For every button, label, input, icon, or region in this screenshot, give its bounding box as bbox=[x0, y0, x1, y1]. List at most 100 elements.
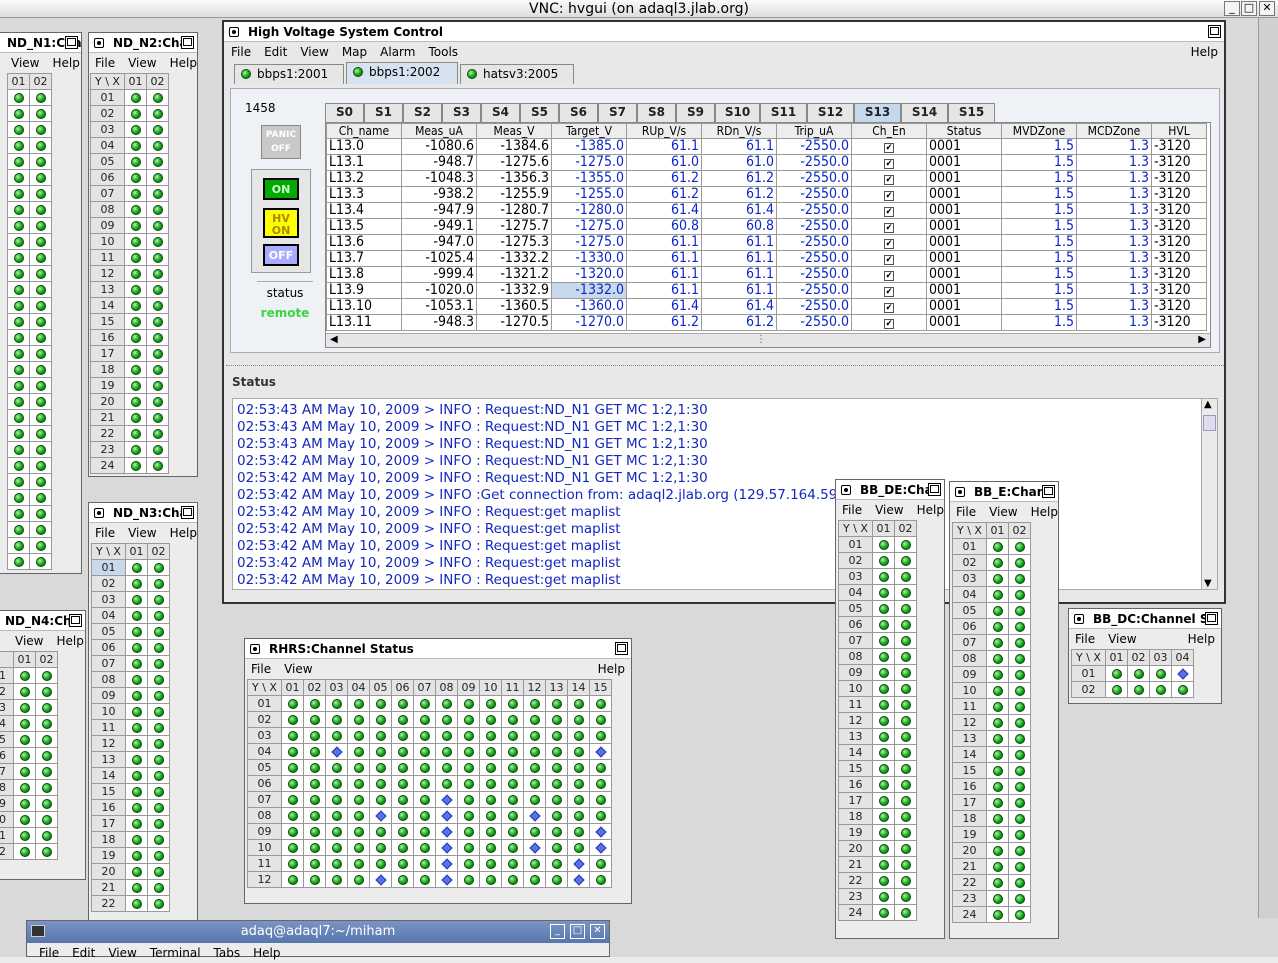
menu-file[interactable]: File bbox=[95, 526, 115, 540]
channel-cell[interactable] bbox=[589, 839, 612, 856]
channel-cell[interactable] bbox=[125, 655, 148, 672]
channel-enable-checkbox[interactable]: ✔ bbox=[884, 239, 894, 249]
channel-cell[interactable] bbox=[29, 121, 52, 138]
channel-cell[interactable] bbox=[125, 591, 148, 608]
menu-view[interactable]: View bbox=[11, 56, 39, 70]
menu-file[interactable]: File bbox=[231, 45, 251, 59]
bb-dc-titlebar[interactable]: BB_DC:Channel St bbox=[1069, 609, 1221, 629]
column-header[interactable]: HVL bbox=[1151, 123, 1207, 139]
channel-cell[interactable] bbox=[391, 791, 414, 808]
channel-cell[interactable] bbox=[13, 795, 36, 812]
channel-cell[interactable] bbox=[894, 584, 917, 601]
channel-cell[interactable] bbox=[124, 265, 147, 282]
channel-cell[interactable] bbox=[303, 823, 326, 840]
channel-cell[interactable] bbox=[281, 695, 304, 712]
maximize-icon[interactable] bbox=[181, 506, 194, 519]
channel-cell[interactable] bbox=[29, 153, 52, 170]
window-menu-icon[interactable] bbox=[229, 27, 239, 37]
channel-cell[interactable] bbox=[986, 666, 1009, 683]
channel-cell[interactable] bbox=[347, 807, 370, 824]
slot-tab-s9[interactable]: S9 bbox=[676, 103, 715, 122]
channel-cell[interactable] bbox=[1171, 681, 1194, 698]
nd-n4-titlebar[interactable]: ND_N4:Cha bbox=[0, 611, 85, 631]
channel-cell[interactable] bbox=[325, 695, 348, 712]
channel-cell[interactable] bbox=[124, 169, 147, 186]
channel-cell[interactable] bbox=[872, 824, 895, 841]
menu-help[interactable]: Help bbox=[1188, 629, 1215, 649]
channel-cell[interactable] bbox=[7, 329, 30, 346]
maximize-icon[interactable] bbox=[615, 642, 628, 655]
channel-cell[interactable] bbox=[894, 888, 917, 905]
channel-cell[interactable] bbox=[457, 775, 480, 792]
channel-cell[interactable] bbox=[369, 839, 392, 856]
channel-cell[interactable] bbox=[1149, 681, 1172, 698]
channel-cell[interactable] bbox=[124, 105, 147, 122]
channel-cell[interactable] bbox=[125, 847, 148, 864]
channel-cell[interactable] bbox=[986, 730, 1009, 747]
channel-cell[interactable] bbox=[545, 711, 568, 728]
channel-cell[interactable] bbox=[35, 763, 58, 780]
channel-cell[interactable] bbox=[124, 281, 147, 298]
menu-help[interactable]: Help bbox=[170, 526, 197, 540]
channel-cell[interactable] bbox=[347, 775, 370, 792]
column-header[interactable]: MVDZone bbox=[1001, 123, 1077, 139]
crate-tab-0[interactable]: bbps1:2001 bbox=[234, 64, 344, 84]
menu-help[interactable]: Help bbox=[1191, 42, 1218, 62]
channel-cell[interactable] bbox=[894, 728, 917, 745]
channel-cell[interactable] bbox=[325, 839, 348, 856]
channel-cell[interactable] bbox=[13, 667, 36, 684]
channel-cell[interactable] bbox=[479, 711, 502, 728]
close-button[interactable]: ✕ bbox=[590, 924, 605, 939]
channel-cell[interactable] bbox=[986, 570, 1009, 587]
channel-cell[interactable] bbox=[29, 329, 52, 346]
channel-cell[interactable] bbox=[523, 871, 546, 888]
channel-cell[interactable] bbox=[7, 137, 30, 154]
channel-cell[interactable] bbox=[147, 863, 170, 880]
channel-cell[interactable] bbox=[413, 791, 436, 808]
channel-cell[interactable] bbox=[147, 879, 170, 896]
channel-cell[interactable] bbox=[986, 762, 1009, 779]
table-cell[interactable]: ✔ bbox=[851, 218, 927, 235]
column-header[interactable]: Ch_name bbox=[326, 123, 402, 139]
channel-cell[interactable] bbox=[894, 696, 917, 713]
channel-cell[interactable] bbox=[545, 775, 568, 792]
channel-cell[interactable] bbox=[435, 759, 458, 776]
channel-cell[interactable] bbox=[413, 711, 436, 728]
channel-cell[interactable] bbox=[146, 185, 169, 202]
channel-cell[interactable] bbox=[413, 839, 436, 856]
channel-cell[interactable] bbox=[545, 743, 568, 760]
channel-cell[interactable] bbox=[872, 680, 895, 697]
channel-cell[interactable] bbox=[894, 648, 917, 665]
slot-tab-s7[interactable]: S7 bbox=[598, 103, 637, 122]
channel-cell[interactable] bbox=[147, 591, 170, 608]
channel-cell[interactable] bbox=[325, 823, 348, 840]
channel-cell[interactable] bbox=[872, 664, 895, 681]
channel-cell[interactable] bbox=[872, 904, 895, 921]
channel-cell[interactable] bbox=[146, 361, 169, 378]
channel-cell[interactable] bbox=[1008, 890, 1031, 907]
channel-cell[interactable] bbox=[281, 727, 304, 744]
channel-cell[interactable] bbox=[523, 711, 546, 728]
scroll-thumb[interactable] bbox=[1203, 415, 1216, 431]
channel-cell[interactable] bbox=[391, 871, 414, 888]
channel-cell[interactable] bbox=[567, 759, 590, 776]
channel-cell[interactable] bbox=[523, 775, 546, 792]
minimize-button[interactable]: _ bbox=[550, 924, 565, 939]
channel-cell[interactable] bbox=[29, 233, 52, 250]
channel-cell[interactable] bbox=[281, 791, 304, 808]
table-row[interactable]: L13.10 -1053.1 -1360.5 -1360.0 61.4 61.4 -2550… bbox=[326, 298, 1207, 315]
table-cell[interactable]: -1330.0 bbox=[551, 250, 627, 267]
channel-cell[interactable] bbox=[413, 695, 436, 712]
channel-cell[interactable] bbox=[986, 794, 1009, 811]
channel-cell[interactable] bbox=[303, 807, 326, 824]
channel-cell[interactable] bbox=[124, 425, 147, 442]
channel-cell[interactable] bbox=[435, 791, 458, 808]
channel-cell[interactable] bbox=[501, 807, 524, 824]
channel-cell[interactable] bbox=[872, 744, 895, 761]
channel-cell[interactable] bbox=[1008, 826, 1031, 843]
table-cell[interactable]: -1275.0 bbox=[551, 234, 627, 251]
channel-cell[interactable] bbox=[391, 855, 414, 872]
channel-cell[interactable] bbox=[501, 775, 524, 792]
menu-view[interactable]: View bbox=[1108, 632, 1136, 646]
menu-help[interactable]: Help bbox=[598, 659, 625, 679]
